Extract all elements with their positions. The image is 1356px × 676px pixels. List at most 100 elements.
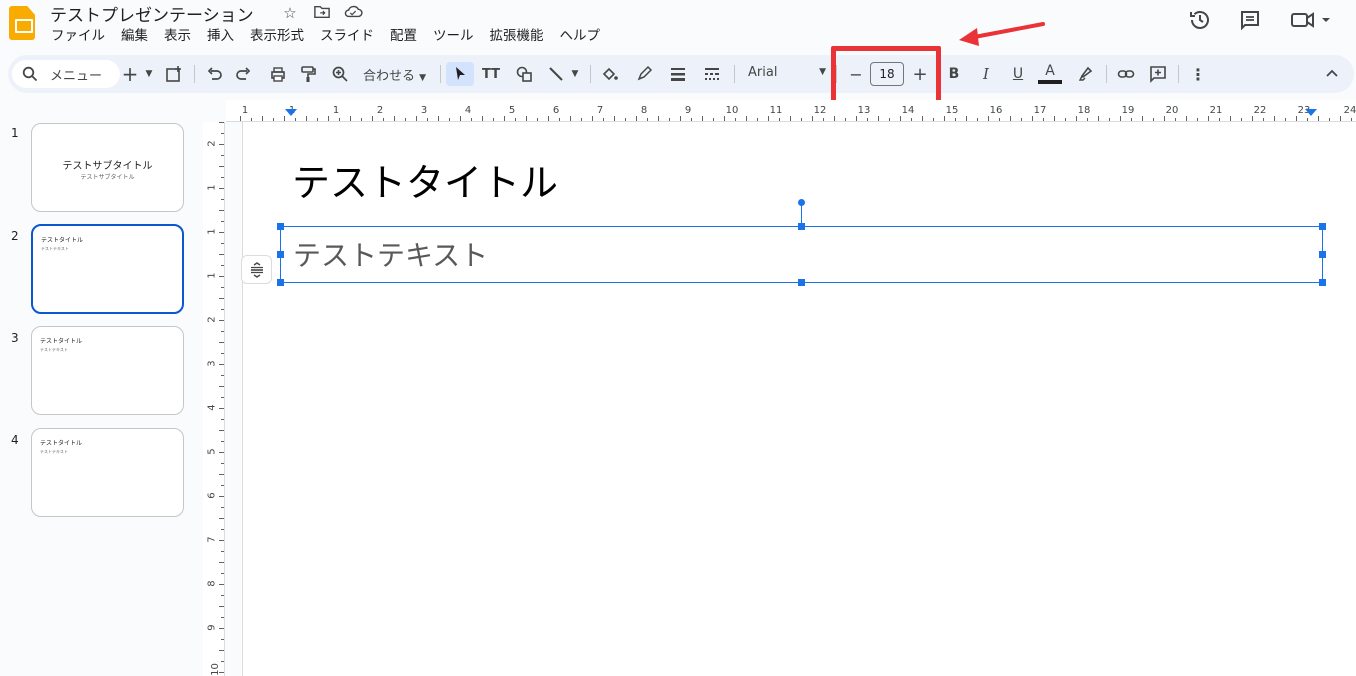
slide-title-text[interactable]: テストタイトル <box>292 152 558 207</box>
font-family-select[interactable]: Arial ▼ <box>748 65 826 80</box>
menu-arrange[interactable]: 配置 <box>390 26 417 46</box>
body-text[interactable]: テストテキスト <box>293 234 488 274</box>
zoom-fit-select[interactable]: 合わせる ▼ <box>363 65 426 84</box>
underline-button[interactable]: U <box>1006 62 1030 86</box>
left-indent-marker[interactable] <box>285 109 297 116</box>
ruler-tick <box>372 116 373 121</box>
right-indent-marker[interactable] <box>1305 109 1317 116</box>
zoom-icon[interactable] <box>328 62 352 86</box>
ruler-tick <box>219 452 224 453</box>
add-comment-icon[interactable] <box>1146 62 1170 86</box>
redo-icon[interactable] <box>232 62 256 86</box>
ruler-tick <box>219 276 224 277</box>
ruler-tick <box>219 320 224 321</box>
menu-edit[interactable]: 編集 <box>121 26 148 46</box>
vertical-align-button[interactable] <box>241 255 272 284</box>
menu-tools[interactable]: ツール <box>433 26 474 46</box>
resize-handle-left[interactable] <box>277 251 284 258</box>
line-chevron-icon[interactable]: ▼ <box>568 62 582 86</box>
horizontal-ruler[interactable]: 1 1 1 2 3 4 5 6 7 8 9 10 11 12 13 14 15 16 17 18 19 20 21 22 23 2… <box>226 100 1356 122</box>
ruler-tick <box>221 573 224 574</box>
ruler-tick <box>768 116 769 121</box>
fill-color-icon[interactable] <box>598 62 622 86</box>
ruler-tick <box>1307 118 1308 121</box>
ruler-tick <box>438 116 439 121</box>
undo-icon[interactable] <box>202 62 226 86</box>
paint-format-icon[interactable] <box>296 62 320 86</box>
ruler-tick <box>845 118 846 121</box>
version-history-icon[interactable] <box>1188 8 1212 32</box>
ruler-tick <box>779 118 780 121</box>
insert-link-icon[interactable] <box>1114 62 1138 86</box>
bold-button[interactable]: B <box>942 62 966 86</box>
add-slide-icon[interactable] <box>162 62 186 86</box>
ruler-tick <box>221 155 224 156</box>
move-folder-icon[interactable] <box>312 4 332 22</box>
slide-thumbnail-3[interactable]: テストタイトル テストテキスト <box>31 326 184 415</box>
document-title[interactable]: テストプレゼンテーション <box>50 1 254 26</box>
cloud-saved-icon[interactable] <box>343 4 363 22</box>
ruler-tick <box>394 116 395 121</box>
ruler-tick <box>1263 118 1264 121</box>
ruler-tick <box>221 485 224 486</box>
select-cursor-icon[interactable] <box>446 62 474 86</box>
collapse-toolbar-icon[interactable] <box>1320 62 1344 86</box>
resize-handle-bottom-left[interactable] <box>277 279 284 286</box>
slide-thumbnail-4[interactable]: テストタイトル テストテキスト <box>31 428 184 517</box>
resize-handle-bottom[interactable] <box>798 279 805 286</box>
text-box-icon[interactable]: TT <box>479 62 503 86</box>
star-icon[interactable]: ☆ <box>280 4 300 22</box>
resize-handle-top[interactable] <box>798 223 805 230</box>
menu-extensions[interactable]: 拡張機能 <box>490 26 544 46</box>
meet-video-icon[interactable] <box>1290 8 1334 32</box>
more-options-icon[interactable]: ⋮ <box>1186 62 1210 86</box>
ruler-number: 16 <box>989 105 1003 116</box>
comments-icon[interactable] <box>1238 8 1262 32</box>
highlight-color-icon[interactable] <box>1074 62 1098 86</box>
selected-text-box[interactable]: テストテキスト <box>280 226 1323 283</box>
image-shape-icon[interactable] <box>512 62 536 86</box>
border-color-icon[interactable] <box>632 62 656 86</box>
vertical-ruler[interactable]: 2 1 1 1 2 3 4 5 6 7 8 9 10 <box>203 122 225 676</box>
menu-view[interactable]: 表示 <box>164 26 191 46</box>
italic-button[interactable]: I <box>974 62 998 86</box>
line-icon[interactable] <box>544 62 568 86</box>
ruler-number: 1 <box>241 105 249 116</box>
ruler-tick <box>1241 118 1242 121</box>
ruler-number: 21 <box>1209 105 1223 116</box>
text-color-button[interactable]: A <box>1038 62 1062 84</box>
border-dash-icon[interactable] <box>700 62 724 86</box>
slide-thumbnail-2[interactable]: テストタイトル テストテキスト <box>31 224 184 314</box>
ruler-tick <box>221 661 224 662</box>
slide-number: 2 <box>11 229 19 243</box>
border-weight-icon[interactable] <box>666 62 690 86</box>
new-slide-layout-chevron-icon[interactable]: ▼ <box>142 62 156 86</box>
thumbnail-title: テストタイトル <box>40 440 83 447</box>
ruler-number: 24 <box>1343 105 1356 116</box>
ruler-tick <box>219 408 224 409</box>
menu-format[interactable]: 表示形式 <box>250 26 304 46</box>
resize-handle-top-left[interactable] <box>277 223 284 230</box>
ruler-tick <box>922 116 923 121</box>
ruler-number: 2 <box>206 316 218 323</box>
ruler-tick <box>221 375 224 376</box>
resize-handle-right[interactable] <box>1319 251 1326 258</box>
ruler-tick <box>669 118 670 121</box>
new-slide-icon[interactable]: + <box>118 62 142 86</box>
menu-help[interactable]: ヘルプ <box>560 26 601 46</box>
slide-thumbnail-1[interactable]: テストサブタイトル テストサブタイトル <box>31 123 184 212</box>
menu-file[interactable]: ファイル <box>51 26 105 46</box>
search-menus-input[interactable]: メニュー <box>12 60 120 88</box>
ruler-tick <box>592 116 593 121</box>
ruler-number: 8 <box>206 580 218 587</box>
ruler-tick <box>625 118 626 121</box>
ruler-tick <box>1076 116 1077 121</box>
menu-insert[interactable]: 挿入 <box>207 26 234 46</box>
ruler-tick <box>977 118 978 121</box>
print-icon[interactable] <box>266 62 290 86</box>
slides-logo-icon[interactable] <box>9 6 35 40</box>
menu-slide[interactable]: スライド <box>320 26 374 46</box>
resize-handle-bottom-right[interactable] <box>1319 279 1326 286</box>
ruler-tick <box>221 397 224 398</box>
resize-handle-top-right[interactable] <box>1319 223 1326 230</box>
